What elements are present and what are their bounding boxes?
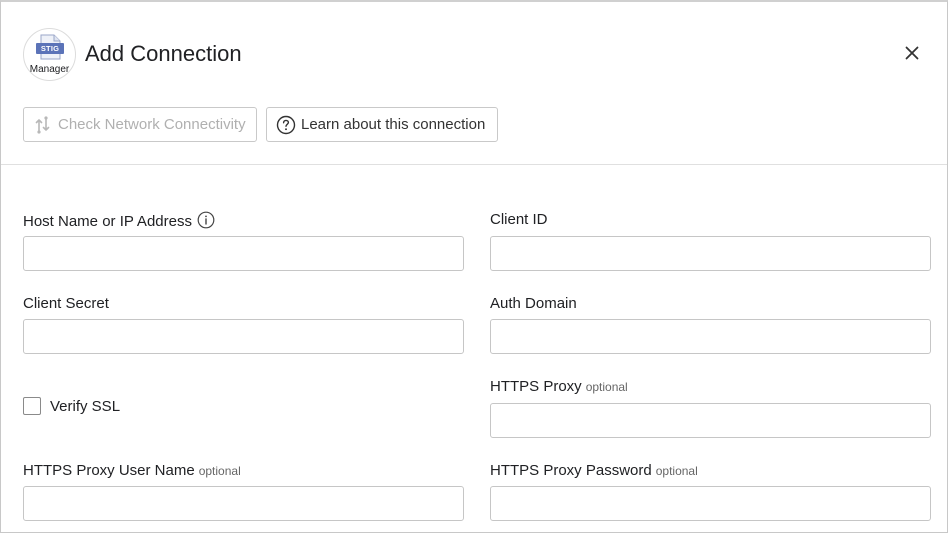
logo-caption: Manager: [29, 64, 70, 75]
client-id-input[interactable]: [490, 236, 931, 271]
proxy-user-label-text: HTTPS Proxy User Name: [23, 462, 195, 479]
help-circle-icon: [276, 115, 296, 134]
stig-manager-logo: STIG Manager: [23, 28, 76, 81]
https-proxy-label-text: HTTPS Proxy: [490, 378, 582, 395]
check-network-connectivity-label: Check Network Connectivity: [58, 115, 246, 133]
auth-domain-input[interactable]: [490, 319, 931, 354]
optional-tag: optional: [655, 464, 698, 478]
logo-badge: STIG: [36, 43, 64, 54]
info-icon[interactable]: [197, 211, 215, 229]
proxy-password-label: HTTPS Proxy Password optional: [490, 462, 698, 480]
proxy-user-input[interactable]: [23, 486, 464, 521]
header-divider: [1, 164, 947, 165]
host-label-text: Host Name or IP Address: [23, 213, 192, 230]
auth-domain-label: Auth Domain: [490, 295, 577, 312]
dialog: STIG Manager Add Connection Check Networ…: [0, 0, 948, 533]
https-proxy-input[interactable]: [490, 403, 931, 438]
client-secret-label: Client Secret: [23, 295, 109, 312]
close-icon[interactable]: [903, 44, 921, 62]
proxy-password-input[interactable]: [490, 486, 931, 521]
dialog-title: Add Connection: [85, 41, 242, 66]
learn-about-connection-button[interactable]: Learn about this connection: [266, 107, 498, 142]
proxy-user-label: HTTPS Proxy User Name optional: [23, 462, 241, 480]
https-proxy-label: HTTPS Proxy optional: [490, 378, 628, 396]
client-id-label: Client ID: [490, 211, 548, 228]
optional-tag: optional: [585, 380, 628, 394]
host-input[interactable]: [23, 236, 464, 271]
optional-tag: optional: [198, 464, 241, 478]
verify-ssl-checkbox[interactable]: [23, 397, 41, 415]
learn-about-connection-label: Learn about this connection: [301, 115, 486, 133]
verify-ssl-label: Verify SSL: [50, 398, 121, 415]
network-check-icon: [35, 115, 50, 134]
proxy-password-label-text: HTTPS Proxy Password: [490, 462, 652, 479]
client-secret-input[interactable]: [23, 319, 464, 354]
check-network-connectivity-button[interactable]: Check Network Connectivity: [23, 107, 257, 142]
host-label: Host Name or IP Address: [23, 211, 215, 231]
